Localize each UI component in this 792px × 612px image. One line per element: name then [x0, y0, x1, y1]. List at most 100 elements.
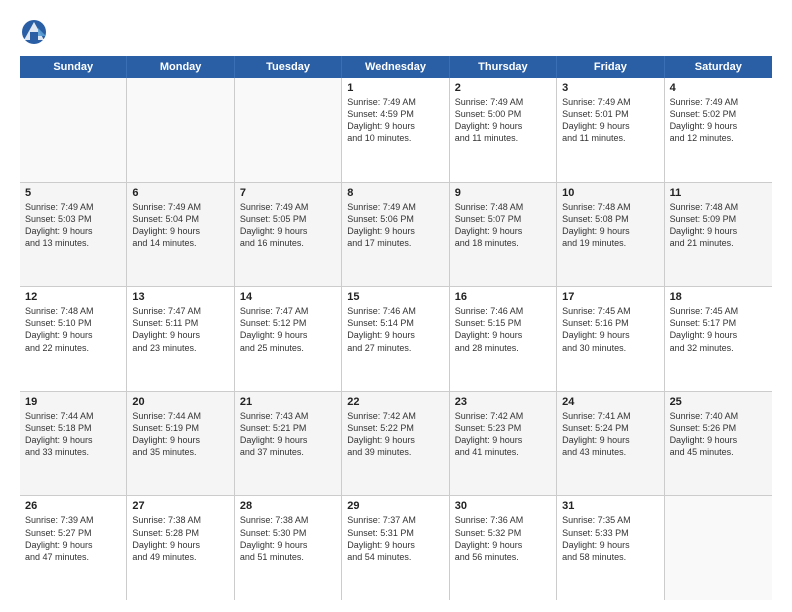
day-number: 4 — [670, 82, 767, 94]
cell-line: Sunset: 5:16 PM — [562, 317, 658, 329]
cell-line: Sunset: 5:08 PM — [562, 213, 658, 225]
day-number: 9 — [455, 187, 551, 199]
cell-line: Sunrise: 7:41 AM — [562, 410, 658, 422]
cell-line: Sunset: 5:05 PM — [240, 213, 336, 225]
cell-line: Daylight: 9 hours — [132, 225, 228, 237]
cell-line: Daylight: 9 hours — [562, 329, 658, 341]
cell-line: Sunrise: 7:48 AM — [670, 201, 767, 213]
cell-line: Sunset: 5:31 PM — [347, 527, 443, 539]
cell-line: and 37 minutes. — [240, 446, 336, 458]
cell-line: Sunset: 5:15 PM — [455, 317, 551, 329]
cell-line: Sunrise: 7:42 AM — [455, 410, 551, 422]
cell-line: Daylight: 9 hours — [25, 225, 121, 237]
cell-line: and 18 minutes. — [455, 237, 551, 249]
calendar-cell: 15Sunrise: 7:46 AMSunset: 5:14 PMDayligh… — [342, 287, 449, 391]
cell-line: Sunset: 5:32 PM — [455, 527, 551, 539]
calendar-cell — [20, 78, 127, 182]
cell-line: and 28 minutes. — [455, 342, 551, 354]
cell-line: and 22 minutes. — [25, 342, 121, 354]
calendar-cell: 20Sunrise: 7:44 AMSunset: 5:19 PMDayligh… — [127, 392, 234, 496]
cell-line: Sunset: 5:03 PM — [25, 213, 121, 225]
cell-line: Sunset: 5:07 PM — [455, 213, 551, 225]
cell-line: Daylight: 9 hours — [347, 225, 443, 237]
cell-line: Sunset: 5:04 PM — [132, 213, 228, 225]
cell-line: Daylight: 9 hours — [562, 539, 658, 551]
cell-line: Sunrise: 7:46 AM — [455, 305, 551, 317]
cell-line: Sunrise: 7:44 AM — [25, 410, 121, 422]
cell-line: Sunset: 5:33 PM — [562, 527, 658, 539]
calendar-cell: 16Sunrise: 7:46 AMSunset: 5:15 PMDayligh… — [450, 287, 557, 391]
day-number: 25 — [670, 396, 767, 408]
cell-line: Sunset: 5:11 PM — [132, 317, 228, 329]
calendar-cell: 25Sunrise: 7:40 AMSunset: 5:26 PMDayligh… — [665, 392, 772, 496]
calendar-cell — [235, 78, 342, 182]
day-number: 26 — [25, 500, 121, 512]
cell-line: Daylight: 9 hours — [670, 225, 767, 237]
calendar-cell: 11Sunrise: 7:48 AMSunset: 5:09 PMDayligh… — [665, 183, 772, 287]
cell-line: and 21 minutes. — [670, 237, 767, 249]
day-number: 3 — [562, 82, 658, 94]
cell-line: Sunrise: 7:43 AM — [240, 410, 336, 422]
calendar-cell: 26Sunrise: 7:39 AMSunset: 5:27 PMDayligh… — [20, 496, 127, 600]
logo-icon — [20, 18, 48, 46]
cell-line: Daylight: 9 hours — [670, 120, 767, 132]
cell-line: Sunrise: 7:40 AM — [670, 410, 767, 422]
page: SundayMondayTuesdayWednesdayThursdayFrid… — [0, 0, 792, 612]
cell-line: Daylight: 9 hours — [25, 329, 121, 341]
cell-line: Sunset: 5:14 PM — [347, 317, 443, 329]
cell-line: Sunrise: 7:49 AM — [347, 96, 443, 108]
day-number: 17 — [562, 291, 658, 303]
cell-line: Sunset: 4:59 PM — [347, 108, 443, 120]
cell-line: Sunrise: 7:49 AM — [455, 96, 551, 108]
cell-line: Sunrise: 7:44 AM — [132, 410, 228, 422]
calendar-cell: 8Sunrise: 7:49 AMSunset: 5:06 PMDaylight… — [342, 183, 449, 287]
cell-line: Sunrise: 7:49 AM — [132, 201, 228, 213]
cell-line: Sunrise: 7:47 AM — [132, 305, 228, 317]
cell-line: and 32 minutes. — [670, 342, 767, 354]
cell-line: and 11 minutes. — [455, 132, 551, 144]
calendar-cell: 1Sunrise: 7:49 AMSunset: 4:59 PMDaylight… — [342, 78, 449, 182]
calendar-row-3: 12Sunrise: 7:48 AMSunset: 5:10 PMDayligh… — [20, 287, 772, 392]
cell-line: Sunset: 5:00 PM — [455, 108, 551, 120]
cell-line: Sunrise: 7:36 AM — [455, 514, 551, 526]
cell-line: and 17 minutes. — [347, 237, 443, 249]
day-number: 27 — [132, 500, 228, 512]
cell-line: Daylight: 9 hours — [455, 434, 551, 446]
cell-line: Sunrise: 7:49 AM — [240, 201, 336, 213]
cell-line: Daylight: 9 hours — [240, 329, 336, 341]
calendar-cell: 31Sunrise: 7:35 AMSunset: 5:33 PMDayligh… — [557, 496, 664, 600]
cell-line: Daylight: 9 hours — [562, 225, 658, 237]
cell-line: and 41 minutes. — [455, 446, 551, 458]
header-day-saturday: Saturday — [665, 56, 772, 78]
cell-line: and 11 minutes. — [562, 132, 658, 144]
cell-line: and 30 minutes. — [562, 342, 658, 354]
day-number: 8 — [347, 187, 443, 199]
cell-line: and 27 minutes. — [347, 342, 443, 354]
cell-line: Sunrise: 7:45 AM — [670, 305, 767, 317]
cell-line: Sunset: 5:10 PM — [25, 317, 121, 329]
cell-line: and 23 minutes. — [132, 342, 228, 354]
cell-line: and 35 minutes. — [132, 446, 228, 458]
day-number: 5 — [25, 187, 121, 199]
header-day-wednesday: Wednesday — [342, 56, 449, 78]
calendar-cell: 30Sunrise: 7:36 AMSunset: 5:32 PMDayligh… — [450, 496, 557, 600]
cell-line: and 19 minutes. — [562, 237, 658, 249]
cell-line: Sunset: 5:24 PM — [562, 422, 658, 434]
calendar-cell: 2Sunrise: 7:49 AMSunset: 5:00 PMDaylight… — [450, 78, 557, 182]
day-number: 12 — [25, 291, 121, 303]
header-day-tuesday: Tuesday — [235, 56, 342, 78]
calendar-cell: 19Sunrise: 7:44 AMSunset: 5:18 PMDayligh… — [20, 392, 127, 496]
day-number: 22 — [347, 396, 443, 408]
cell-line: Sunset: 5:12 PM — [240, 317, 336, 329]
calendar-row-1: 1Sunrise: 7:49 AMSunset: 4:59 PMDaylight… — [20, 78, 772, 183]
cell-line: Sunset: 5:06 PM — [347, 213, 443, 225]
cell-line: Sunrise: 7:46 AM — [347, 305, 443, 317]
day-number: 13 — [132, 291, 228, 303]
day-number: 23 — [455, 396, 551, 408]
day-number: 20 — [132, 396, 228, 408]
cell-line: Sunrise: 7:37 AM — [347, 514, 443, 526]
cell-line: Sunset: 5:30 PM — [240, 527, 336, 539]
header-day-sunday: Sunday — [20, 56, 127, 78]
day-number: 30 — [455, 500, 551, 512]
day-number: 16 — [455, 291, 551, 303]
